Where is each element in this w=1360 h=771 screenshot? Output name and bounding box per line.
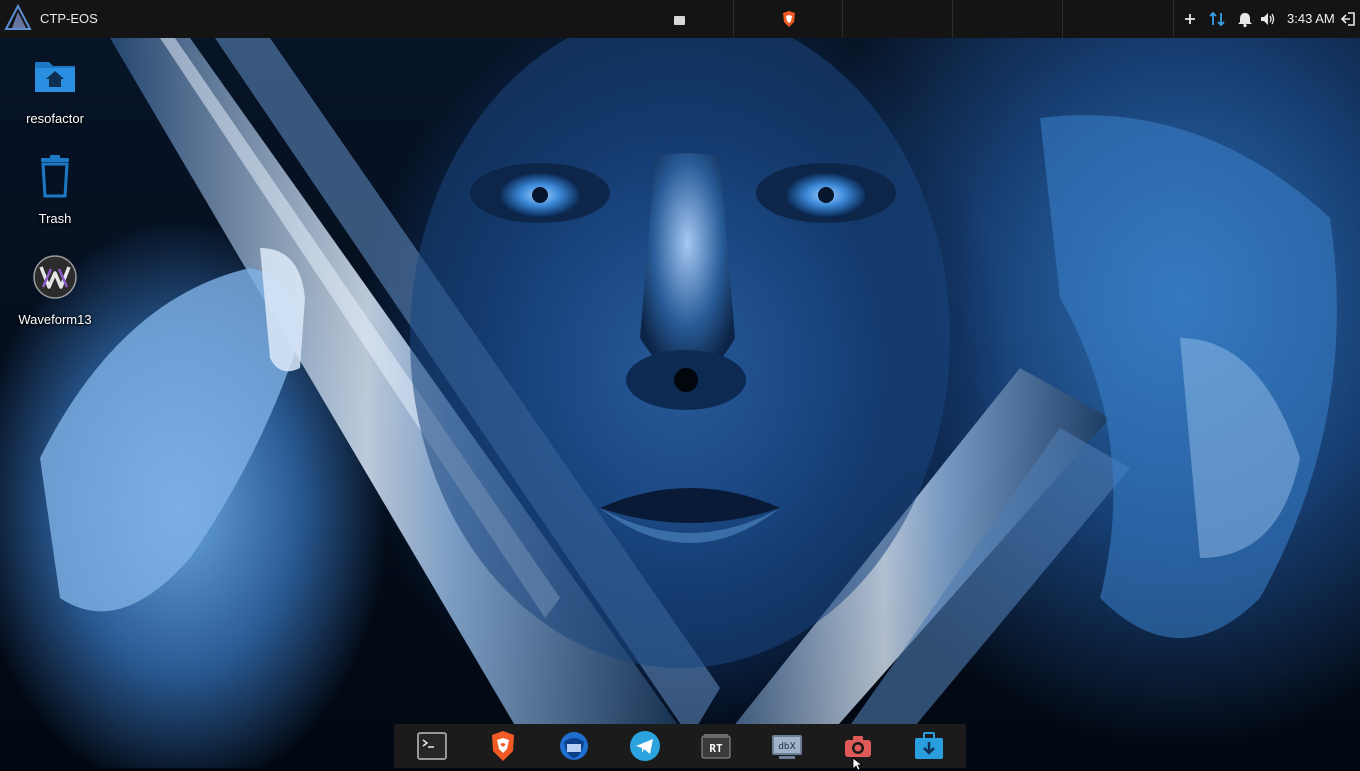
workspace-slot-4[interactable] [1062,0,1174,38]
logout-icon[interactable] [1340,10,1358,28]
speaker-icon[interactable] [1259,10,1277,28]
network-transfer-icon[interactable] [1208,10,1226,28]
brave-lion-icon [783,11,795,27]
desktop-icon-label: resofactor [26,111,84,126]
desktop-wallpaper [0,38,1360,768]
wallpaper-art [40,38,1337,768]
desktop-icon-label: Waveform13 [18,312,92,327]
thunderbird-icon[interactable] [558,730,590,762]
svg-text:RT: RT [709,742,723,755]
dock: RT dbX [394,724,966,768]
top-panel: CTP-EOS 3:43 AM [0,0,1360,38]
workspace-slot-1[interactable] [733,0,842,38]
desktop-icon-home[interactable]: resofactor [5,54,105,126]
active-app-title: CTP-EOS [40,11,98,26]
telegram-icon[interactable] [629,730,661,762]
rt-app-icon[interactable]: RT [700,730,732,762]
workspace-slot-2[interactable] [842,0,951,38]
endeavouros-logo-icon[interactable] [4,4,32,32]
dbx-icon[interactable]: dbX [771,730,803,762]
briefcase-download-icon[interactable] [913,730,945,762]
waveform-app-icon [33,255,77,299]
workspace-slot-3[interactable] [952,0,1061,38]
svg-text:dbX: dbX [778,742,796,752]
mouse-cursor-icon [852,757,864,771]
clock[interactable]: 3:43 AM [1287,11,1335,26]
desktop-icon-waveform[interactable]: Waveform13 [5,255,105,327]
desktop-icon-trash[interactable]: Trash [5,154,105,226]
brave-lion-icon[interactable] [487,730,519,762]
desktop-icon-label: Trash [38,211,72,226]
trash-icon [41,155,69,198]
window-indicator-icon[interactable] [674,16,685,25]
terminal-icon[interactable] [416,730,448,762]
home-folder-icon [35,62,75,92]
plus-icon[interactable] [1181,10,1199,28]
bell-icon[interactable] [1236,10,1254,28]
